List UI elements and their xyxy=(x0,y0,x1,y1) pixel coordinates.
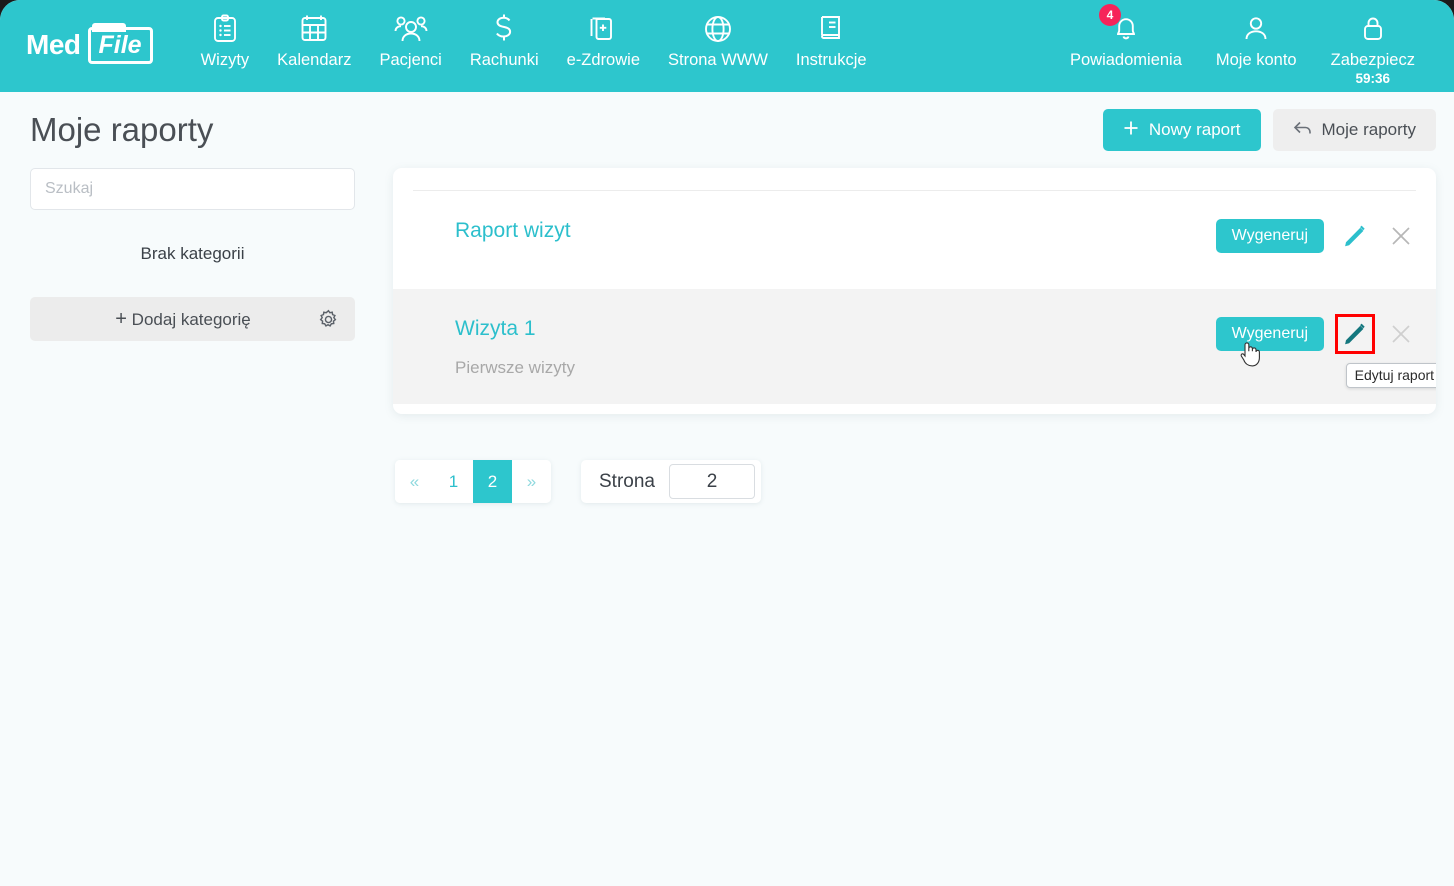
close-x-icon[interactable] xyxy=(1386,319,1416,349)
row-actions: Wygeneruj xyxy=(1215,217,1416,253)
add-category-button[interactable]: + Dodaj kategorię xyxy=(30,297,355,341)
user-icon xyxy=(1243,12,1269,46)
nav-label-strona-www: Strona WWW xyxy=(668,51,768,69)
page-header-actions: Nowy raport Moje raporty xyxy=(1102,109,1436,151)
calendar-icon xyxy=(300,12,328,46)
logo-text-med: Med xyxy=(26,29,81,60)
nav-item-my-account[interactable]: Moje konto xyxy=(1199,12,1314,86)
table-row: Wizyta 1 Pierwsze wizyty Wygeneruj Edytu… xyxy=(393,289,1436,404)
nav-item-rachunki[interactable]: Rachunki xyxy=(456,12,553,70)
my-reports-button-label: Moje raporty xyxy=(1321,120,1416,139)
nav-item-e-zdrowie[interactable]: e-Zdrowie xyxy=(553,12,654,70)
nav-item-strona-www[interactable]: Strona WWW xyxy=(654,12,782,70)
page-jump-label: Strona xyxy=(599,470,655,492)
documents-plus-icon xyxy=(589,12,617,46)
table-row: Raport wizyt Wygeneruj xyxy=(393,191,1436,289)
generate-report-button[interactable]: Wygeneruj xyxy=(1215,219,1324,253)
back-arrow-icon xyxy=(1293,120,1312,141)
lock-icon xyxy=(1360,12,1386,46)
report-info: Raport wizyt xyxy=(455,217,571,243)
sidebar: Brak kategorii + Dodaj kategorię xyxy=(30,168,355,341)
nav-label-instrukcje: Instrukcje xyxy=(795,51,867,69)
nav-label-pacjenci: Pacjenci xyxy=(379,51,442,69)
pagination-next[interactable]: » xyxy=(512,460,551,503)
empty-categories-label: Brak kategorii xyxy=(140,244,245,263)
search-input[interactable] xyxy=(30,168,355,210)
tooltip: Edytuj raport xyxy=(1345,363,1436,388)
report-title[interactable]: Raport wizyt xyxy=(455,219,571,243)
row-actions: Wygeneruj xyxy=(1215,314,1436,388)
pencil-icon[interactable] xyxy=(1335,314,1375,354)
plus-icon xyxy=(1123,120,1139,141)
logo-folder-shape: File xyxy=(87,22,153,64)
page-header: Moje raporty Nowy raport Moje raporty xyxy=(0,92,1454,168)
nav-label-kalendarz: Kalendarz xyxy=(277,51,352,69)
nav-item-kalendarz[interactable]: Kalendarz xyxy=(263,12,365,70)
pagination-page-2[interactable]: 2 xyxy=(473,460,512,503)
gear-icon[interactable] xyxy=(318,309,339,330)
dollar-icon xyxy=(493,12,515,46)
report-subtitle: Pierwsze wizyty xyxy=(455,358,575,377)
people-group-icon xyxy=(394,12,428,46)
page-jump-input[interactable] xyxy=(668,464,755,499)
new-report-button-label: Nowy raport xyxy=(1148,120,1241,139)
nav-item-wizyty[interactable]: Wizyty xyxy=(187,12,264,70)
bell-icon: 4 xyxy=(1098,4,1140,46)
pencil-icon[interactable] xyxy=(1340,221,1370,251)
report-info: Wizyta 1 Pierwsze wizyty xyxy=(455,315,575,378)
header-right-nav: 4 Powiadomienia Moje konto Zabezpiecz 59… xyxy=(1053,0,1432,86)
pagination-pages: « 1 2 » xyxy=(395,460,551,503)
add-category-text: Dodaj kategorię xyxy=(131,309,251,329)
nav-label-wizyty: Wizyty xyxy=(200,51,250,69)
page-body: Brak kategorii + Dodaj kategorię xyxy=(0,168,1454,503)
my-reports-button[interactable]: Moje raporty xyxy=(1272,109,1436,151)
close-x-icon[interactable] xyxy=(1386,221,1416,251)
plus-icon: + xyxy=(115,307,127,330)
nav-label-e-zdrowie: e-Zdrowie xyxy=(566,51,640,69)
nav-item-instrukcje[interactable]: Instrukcje xyxy=(782,12,881,70)
page-title: Moje raporty xyxy=(30,111,214,148)
session-timer: 59:36 xyxy=(1355,71,1391,86)
pagination: « 1 2 » Strona xyxy=(393,460,1436,503)
logo-text-file: File xyxy=(87,26,153,64)
nav-item-pacjenci[interactable]: Pacjenci xyxy=(365,12,455,70)
report-title[interactable]: Wizyta 1 xyxy=(455,317,575,341)
clipboard-list-icon xyxy=(212,12,238,46)
top-navigation-bar: Med File Wizyty Kalendarz Pacjenci Rachu… xyxy=(0,0,1454,92)
add-category-label: + Dodaj kategorię xyxy=(30,308,318,331)
generate-report-button[interactable]: Wygeneruj xyxy=(1215,317,1324,351)
nav-item-secure[interactable]: Zabezpiecz 59:36 xyxy=(1314,12,1432,86)
nav-label-rachunki: Rachunki xyxy=(469,51,539,69)
new-report-button[interactable]: Nowy raport xyxy=(1102,109,1261,151)
notifications-badge: 4 xyxy=(1098,4,1121,26)
pagination-page-1[interactable]: 1 xyxy=(434,460,473,503)
nav-label-secure: Zabezpiecz xyxy=(1330,51,1415,69)
app-logo[interactable]: Med File xyxy=(26,22,153,68)
main-nav: Wizyty Kalendarz Pacjenci Rachunki e-Zdr… xyxy=(187,0,881,70)
pagination-prev[interactable]: « xyxy=(395,460,434,503)
book-icon xyxy=(818,12,844,46)
globe-icon xyxy=(703,12,733,46)
page-jump: Strona xyxy=(581,460,761,503)
nav-label-notifications: Powiadomienia xyxy=(1069,51,1182,69)
main-content: Raport wizyt Wygeneruj Wizyta 1 Pierwsze… xyxy=(393,168,1436,503)
nav-item-notifications[interactable]: 4 Powiadomienia xyxy=(1053,4,1199,86)
reports-card: Raport wizyt Wygeneruj Wizyta 1 Pierwsze… xyxy=(393,168,1436,414)
nav-label-my-account: Moje konto xyxy=(1215,51,1297,69)
app-window: Med File Wizyty Kalendarz Pacjenci Rachu… xyxy=(0,0,1454,886)
